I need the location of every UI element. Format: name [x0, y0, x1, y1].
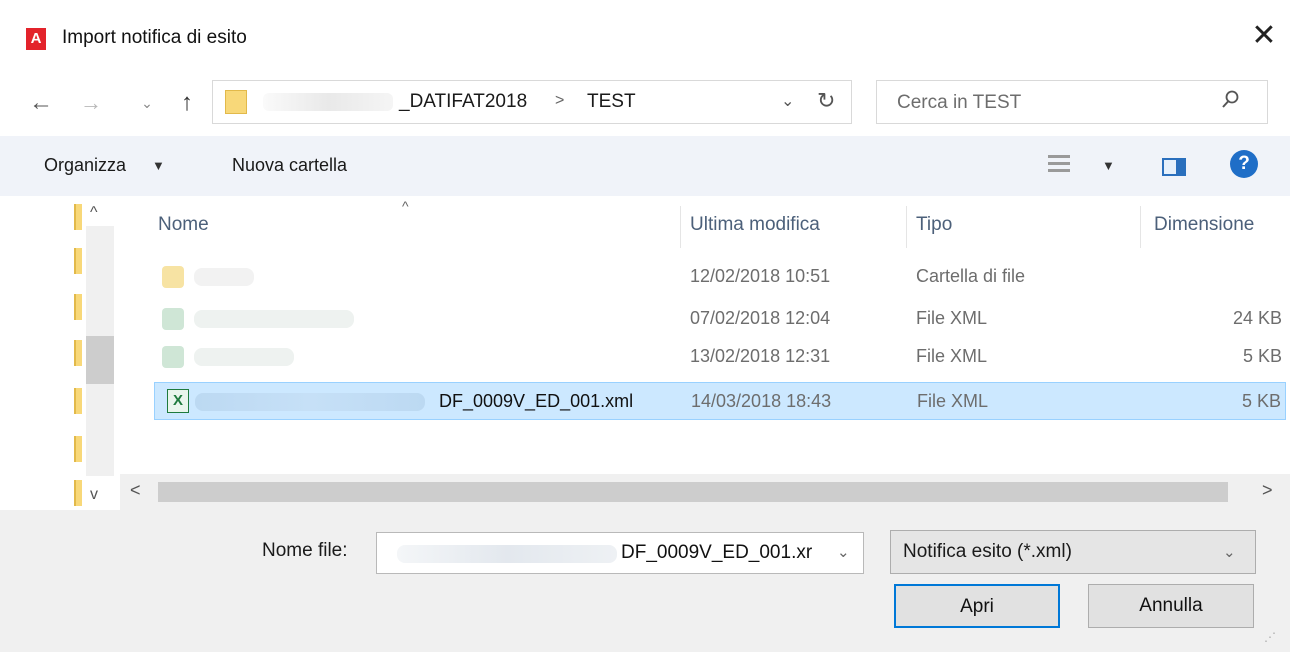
- row-size: 24 KB: [1232, 308, 1282, 328]
- filename-value[interactable]: DF_0009V_ED_001.xr: [621, 542, 812, 564]
- breadcrumb-test[interactable]: TEST: [587, 91, 636, 113]
- title-bar: A Import notifica di esito ✕: [0, 0, 1290, 78]
- scrollbar-thumb[interactable]: [158, 482, 1228, 502]
- filename-label: Nome file:: [262, 540, 348, 561]
- address-dropdown-icon[interactable]: ⌄: [781, 91, 794, 111]
- folder-icon[interactable]: [74, 294, 82, 320]
- address-bar[interactable]: _DATIFAT2018 > TEST ⌄ ↻: [212, 80, 852, 124]
- column-header-name[interactable]: Nome: [158, 214, 209, 236]
- breadcrumb-datifat2018[interactable]: _DATIFAT2018: [399, 91, 527, 113]
- nav-scrollbar-thumb[interactable]: [86, 336, 114, 384]
- redacted-file-name: [194, 348, 294, 366]
- row-modified: 12/02/2018 10:51: [690, 266, 831, 286]
- row-modified: 07/02/2018 12:04: [690, 308, 831, 328]
- chevron-down-icon[interactable]: ⌄: [1223, 543, 1236, 561]
- file-open-dialog: A Import notifica di esito ✕ ← → ⌄ ↑ _DA…: [0, 0, 1290, 652]
- file-list: ^ Nome Ultima modifica Tipo Dimensione 1…: [120, 196, 1290, 510]
- preview-pane-icon[interactable]: [1162, 158, 1186, 176]
- folder-icon[interactable]: [74, 248, 82, 274]
- back-arrow-icon[interactable]: ←: [26, 82, 56, 124]
- xml-file-icon: [162, 346, 184, 368]
- row-name: DF_0009V_ED_001.xml: [439, 391, 634, 411]
- file-type-value[interactable]: Notifica esito (*.xml): [903, 541, 1072, 563]
- horizontal-scrollbar[interactable]: < >: [120, 474, 1290, 510]
- close-icon[interactable]: ✕: [1244, 16, 1284, 56]
- column-divider[interactable]: [1140, 206, 1141, 248]
- column-header-type[interactable]: Tipo: [916, 214, 952, 236]
- navigation-pane[interactable]: ^ v: [66, 196, 120, 510]
- organize-dropdown-icon[interactable]: ▼: [152, 158, 165, 173]
- redacted-file-name: [194, 310, 354, 328]
- row-size: 5 KB: [1242, 346, 1282, 366]
- row-type: File XML: [916, 346, 988, 366]
- xml-file-icon: [162, 308, 184, 330]
- nav-scroll-down-icon[interactable]: v: [90, 486, 98, 504]
- folder-icon: [225, 90, 247, 114]
- row-modified: 13/02/2018 12:31: [690, 346, 831, 366]
- file-type-select[interactable]: Notifica esito (*.xml) ⌄: [890, 530, 1256, 574]
- excel-xml-icon: X: [167, 389, 189, 413]
- row-size: 5 KB: [1241, 391, 1281, 411]
- search-icon[interactable]: [1221, 89, 1241, 117]
- folder-icon: [162, 266, 184, 288]
- search-box[interactable]: Cerca in TEST: [876, 80, 1268, 124]
- redacted-path-segment: [263, 93, 393, 111]
- view-dropdown-icon[interactable]: ▼: [1102, 158, 1115, 173]
- view-options-icon[interactable]: [1048, 153, 1070, 175]
- help-icon[interactable]: ?: [1230, 150, 1258, 178]
- row-type: Cartella di file: [916, 266, 1026, 286]
- row-modified: 14/03/2018 18:43: [691, 391, 832, 411]
- column-header-modified[interactable]: Ultima modifica: [690, 214, 820, 236]
- redacted-file-name: [397, 545, 617, 563]
- forward-arrow-icon[interactable]: →: [76, 82, 106, 124]
- organize-menu-button[interactable]: Organizza: [44, 155, 126, 176]
- open-button-label: Apri: [960, 596, 994, 617]
- dialog-footer: Nome file: DF_0009V_ED_001.xr ⌄ Notifica…: [0, 510, 1290, 652]
- row-type: File XML: [917, 391, 989, 411]
- chevron-down-icon[interactable]: ⌄: [837, 543, 850, 561]
- folder-icon[interactable]: [74, 436, 82, 462]
- redacted-file-name: [195, 393, 425, 411]
- resize-grip-icon[interactable]: ⋰: [1264, 630, 1276, 644]
- new-folder-button[interactable]: Nuova cartella: [232, 155, 347, 176]
- scroll-right-icon[interactable]: >: [1262, 480, 1273, 501]
- breadcrumb-separator-icon[interactable]: >: [555, 92, 564, 110]
- scroll-left-icon[interactable]: <: [130, 480, 141, 501]
- recent-locations-chevron-icon[interactable]: ⌄: [132, 82, 162, 124]
- column-divider[interactable]: [680, 206, 681, 248]
- filename-input[interactable]: DF_0009V_ED_001.xr ⌄: [376, 532, 864, 574]
- table-row[interactable]: 13/02/2018 12:31 File XML 5 KB: [154, 338, 1286, 376]
- table-row[interactable]: 12/02/2018 10:51 Cartella di file: [154, 258, 1286, 296]
- refresh-icon[interactable]: ↻: [817, 88, 835, 114]
- table-row-selected[interactable]: X DF_0009V_ED_001.xml 14/03/2018 18:43 F…: [154, 382, 1286, 420]
- cancel-button-label: Annulla: [1139, 595, 1203, 616]
- nav-scroll-up-icon[interactable]: ^: [90, 204, 98, 222]
- row-type: File XML: [916, 308, 988, 328]
- acrobat-app-icon: A: [26, 28, 46, 50]
- dialog-title: Import notifica di esito: [62, 27, 247, 48]
- cancel-button[interactable]: Annulla: [1088, 584, 1254, 628]
- command-toolbar: Organizza ▼ Nuova cartella ▼ ?: [0, 136, 1290, 196]
- folder-icon[interactable]: [74, 340, 82, 366]
- column-divider[interactable]: [906, 206, 907, 248]
- open-button[interactable]: Apri: [894, 584, 1060, 628]
- folder-icon[interactable]: [74, 388, 82, 414]
- redacted-file-name: [194, 268, 254, 286]
- table-row[interactable]: 07/02/2018 12:04 File XML 24 KB: [154, 300, 1286, 338]
- folder-icon[interactable]: [74, 480, 82, 506]
- column-header-size[interactable]: Dimensione: [1154, 214, 1254, 236]
- folder-icon[interactable]: [74, 204, 82, 230]
- sort-ascending-icon: ^: [402, 198, 409, 214]
- search-input[interactable]: Cerca in TEST: [897, 92, 1021, 114]
- up-folder-arrow-icon[interactable]: ↑: [172, 82, 202, 124]
